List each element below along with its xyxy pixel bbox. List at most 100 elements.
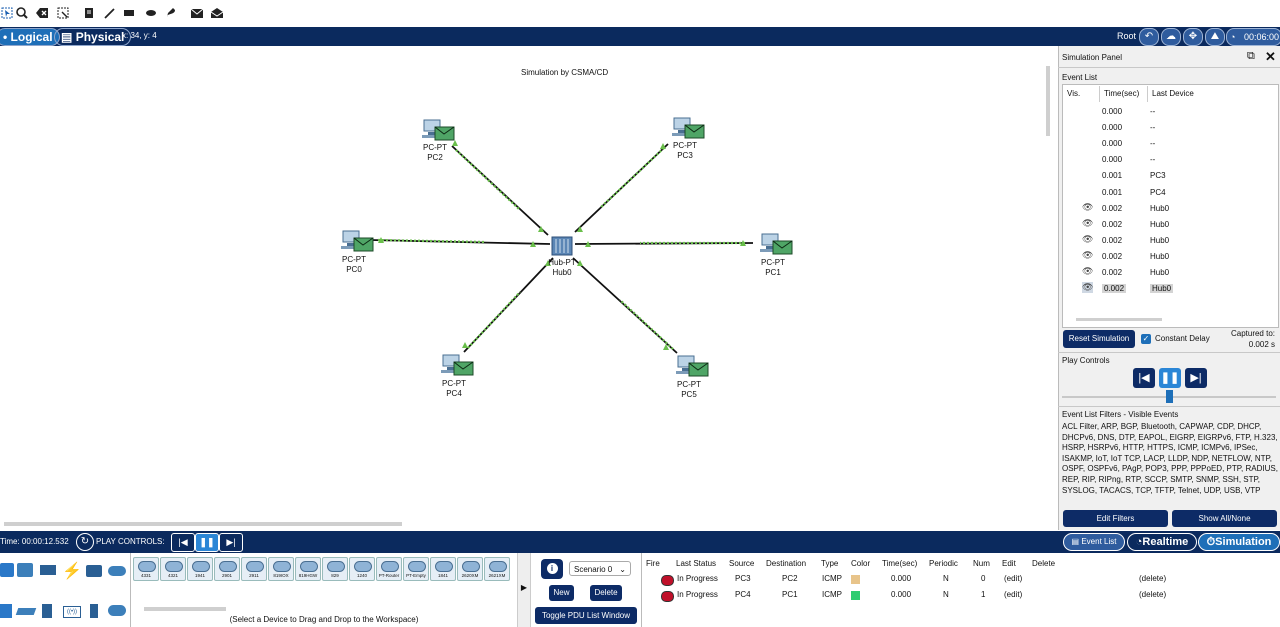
close-icon[interactable]: ✕ (1265, 49, 1276, 65)
category-misc-icon[interactable] (86, 565, 102, 577)
scenario-select[interactable]: Scenario 0 ⌄ (569, 561, 631, 576)
bar-step-forward-button[interactable]: ▶| (219, 533, 243, 552)
pc-device-pc0[interactable] (341, 229, 375, 255)
visible-eye-icon[interactable]: 👁 (1082, 218, 1093, 229)
pdu-delete-link[interactable]: (delete) (1139, 590, 1166, 599)
event-row[interactable]: 👁 0.002 Hub0 (1064, 264, 1274, 280)
reset-time-icon[interactable]: ↻ (76, 533, 94, 551)
workspace-horizontal-scrollbar[interactable] (4, 522, 402, 526)
cluster-icon[interactable]: ☁ (1161, 28, 1181, 46)
device-list-scrollbar[interactable] (144, 607, 226, 611)
pdu-edit-link[interactable]: (edit) (1004, 590, 1022, 599)
subcategory-security-icon[interactable] (90, 604, 98, 618)
rectangle-icon[interactable] (122, 6, 136, 20)
back-icon[interactable]: ↶ (1139, 28, 1159, 46)
event-list-toggle[interactable]: ▤ Event List (1063, 533, 1125, 551)
category-multiuser-icon[interactable] (108, 566, 126, 576)
category-network-devices-icon[interactable] (0, 563, 14, 577)
event-row[interactable]: 👁 0.002 Hub0 (1064, 216, 1274, 232)
reset-simulation-button[interactable]: Reset Simulation (1063, 330, 1135, 348)
pc-device-pc5[interactable] (676, 354, 710, 380)
event-row[interactable]: 0.000 -- (1064, 103, 1274, 119)
device-model-button[interactable]: 4321 (160, 557, 186, 581)
note-icon[interactable] (82, 6, 96, 20)
hub-device[interactable] (551, 236, 573, 256)
subcategory-wireless-icon[interactable]: ((•)) (63, 606, 81, 618)
simulation-mode-tab[interactable]: ⏱Simulation (1198, 533, 1280, 551)
freeform-icon[interactable] (164, 6, 178, 20)
device-model-button[interactable]: 2911 (241, 557, 267, 581)
fire-icon[interactable] (661, 575, 674, 586)
toggle-pdu-list-button[interactable]: Toggle PDU List Window (535, 607, 637, 624)
delete-icon[interactable] (35, 6, 49, 20)
play-speed-slider[interactable] (1166, 390, 1173, 403)
scenario-info-button[interactable]: i (541, 559, 563, 579)
event-row[interactable]: 👁 0.002 Hub0 (1064, 280, 1274, 296)
pc-device-pc4[interactable] (441, 353, 475, 379)
pc-device-pc2[interactable] (422, 118, 456, 144)
delete-scenario-button[interactable]: Delete (590, 585, 622, 601)
event-row[interactable]: 👁 0.002 Hub0 (1064, 200, 1274, 216)
constant-delay-checkbox[interactable]: ✓ (1141, 334, 1151, 344)
subcategory-wan-emulation-icon[interactable] (108, 605, 126, 616)
pdu-delete-link[interactable]: (delete) (1139, 574, 1166, 583)
resize-icon[interactable] (56, 6, 70, 20)
panel-splitter[interactable]: ▶ (517, 553, 531, 627)
subcategory-routers-icon[interactable] (0, 604, 12, 618)
simple-pdu-icon[interactable] (190, 6, 204, 20)
edit-filters-button[interactable]: Edit Filters (1063, 510, 1168, 527)
event-row[interactable]: 0.001 PC3 (1064, 167, 1274, 183)
event-row[interactable]: 0.001 PC4 (1064, 184, 1274, 200)
device-model-button[interactable]: PT-Empty (403, 557, 429, 581)
device-model-button[interactable]: 1941 (187, 557, 213, 581)
event-row[interactable]: 👁 0.002 Hub0 (1064, 248, 1274, 264)
device-model-button[interactable]: 829 (322, 557, 348, 581)
bar-step-back-button[interactable]: |◀ (171, 533, 195, 552)
category-connections-icon[interactable]: ⚡ (62, 561, 82, 581)
category-end-devices-icon[interactable] (17, 563, 33, 577)
pc-device-pc3[interactable] (672, 116, 706, 142)
device-model-button[interactable]: 2901 (214, 557, 240, 581)
fire-icon[interactable] (661, 591, 674, 602)
line-icon[interactable] (102, 6, 116, 20)
visible-eye-icon[interactable]: 👁 (1082, 282, 1094, 294)
complex-pdu-icon[interactable] (210, 6, 224, 20)
device-model-button[interactable]: 1841 (430, 557, 456, 581)
ellipse-icon[interactable] (144, 6, 158, 20)
category-components-icon[interactable] (40, 565, 56, 575)
viewport-icon[interactable]: ⛰ (1205, 28, 1225, 46)
restore-icon[interactable]: ⧉ (1247, 50, 1255, 63)
device-model-button[interactable]: 819IOX (268, 557, 294, 581)
step-back-button[interactable]: |◀ (1133, 368, 1155, 388)
pc-device-pc1[interactable] (760, 232, 794, 258)
subcategory-hubs-icon[interactable] (42, 604, 52, 618)
visible-eye-icon[interactable]: 👁 (1082, 234, 1093, 245)
device-model-button[interactable]: 1240 (349, 557, 375, 581)
tab-logical[interactable]: • Logical (0, 28, 60, 46)
device-model-button[interactable]: 2621XM (484, 557, 510, 581)
inspect-icon[interactable] (15, 6, 29, 20)
move-object-icon[interactable]: ✥ (1183, 28, 1203, 46)
device-model-button[interactable]: 2620XM (457, 557, 483, 581)
device-model-button[interactable]: 819HGW (295, 557, 321, 581)
event-row[interactable]: 0.000 -- (1064, 151, 1274, 167)
pdu-edit-link[interactable]: (edit) (1004, 574, 1022, 583)
visible-eye-icon[interactable]: 👁 (1082, 202, 1093, 213)
event-row[interactable]: 0.000 -- (1064, 135, 1274, 151)
realtime-mode-tab[interactable]: ◔Realtime (1127, 533, 1197, 551)
step-forward-button[interactable]: ▶| (1185, 368, 1207, 388)
select-icon[interactable] (0, 6, 14, 20)
subcategory-switches-icon[interactable] (15, 608, 37, 615)
visible-eye-icon[interactable]: 👁 (1082, 250, 1093, 261)
workspace-vertical-scrollbar[interactable] (1046, 66, 1050, 136)
new-scenario-button[interactable]: New (549, 585, 574, 601)
event-row[interactable]: 👁 0.002 Hub0 (1064, 232, 1274, 248)
event-row[interactable]: 0.000 -- (1064, 119, 1274, 135)
pause-button[interactable]: ❚❚ (1159, 368, 1181, 388)
device-model-button[interactable]: 4331 (133, 557, 159, 581)
show-all-none-button[interactable]: Show All/None (1172, 510, 1277, 527)
tab-physical[interactable]: ▤ Physical (54, 28, 132, 46)
bar-pause-button[interactable]: ❚❚ (195, 533, 219, 552)
event-list-scrollbar[interactable] (1076, 318, 1162, 321)
device-model-button[interactable]: PT-Router (376, 557, 402, 581)
